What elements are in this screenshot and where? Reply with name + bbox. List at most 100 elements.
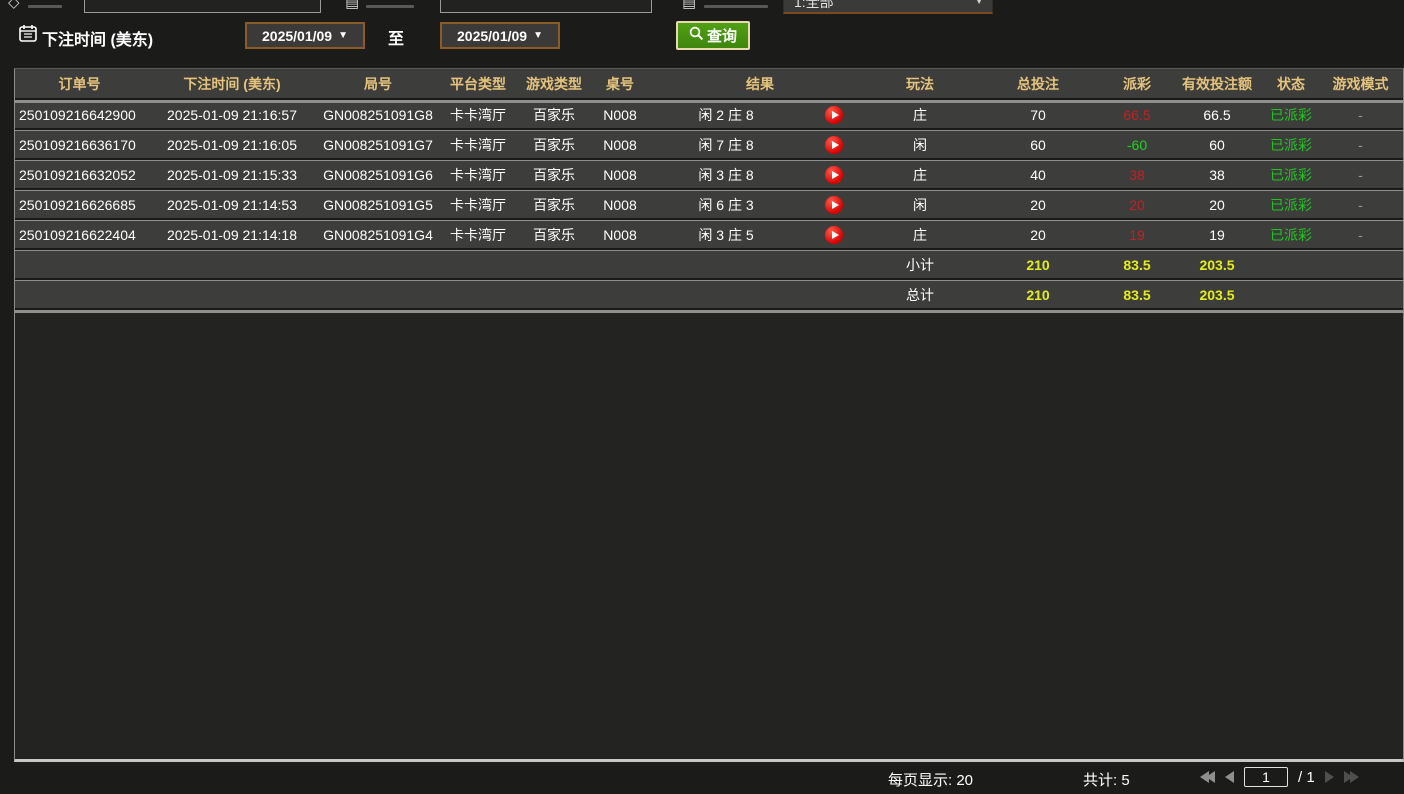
col-header-round: 局号 — [364, 75, 392, 92]
total-bet-cell: 40 — [1030, 166, 1046, 183]
platform-type-select-value: 1:全部 — [794, 0, 834, 10]
clipped-label-fragment — [366, 5, 414, 8]
platform-type-select[interactable]: 1:全部 ▼ — [783, 0, 993, 14]
table-row: 250109216622404 2025-01-09 21:14:18 GN0082… — [15, 221, 1403, 250]
bet-time-cell: 2025-01-09 21:14:18 — [167, 226, 297, 243]
payout-cell: 66.5 — [1123, 106, 1151, 123]
page-number-input[interactable] — [1244, 767, 1288, 787]
prev-page-icon[interactable] — [1225, 771, 1234, 783]
col-header-game-mode: 游戏模式 — [1332, 75, 1389, 92]
game-mode-cell: - — [1358, 166, 1363, 183]
col-header-result: 结果 — [746, 75, 774, 92]
payout-cell: 19 — [1129, 226, 1145, 243]
grand-total-valid-bet: 203.5 — [1199, 286, 1235, 303]
status-cell: 已派彩 — [1270, 226, 1312, 243]
date-from-value: 2025/01/09 — [262, 27, 333, 44]
clipped-label-fragment — [704, 5, 768, 8]
order-id-cell: 250109216636170 — [19, 136, 136, 153]
replay-video-icon[interactable] — [825, 225, 843, 244]
diamond-icon: ◇ — [8, 0, 20, 9]
result-cell: 闲 2 庄 8 — [698, 106, 754, 123]
replay-icon-cell — [800, 165, 868, 184]
date-to-select[interactable]: 2025/01/09 ▼ — [440, 22, 560, 49]
result-cell: 闲 3 庄 5 — [698, 226, 754, 243]
play-cell: 闲 — [913, 136, 927, 153]
replay-icon-cell — [800, 105, 868, 124]
total-bet-cell: 60 — [1030, 136, 1046, 153]
round-cell: GN008251091G7 — [323, 136, 433, 153]
result-cell: 闲 7 庄 8 — [698, 136, 754, 153]
query-button[interactable]: 查询 — [676, 21, 750, 50]
result-cell: 闲 6 庄 3 — [698, 196, 754, 213]
first-page-icon[interactable] — [1200, 771, 1215, 783]
order-id-cell: 250109216622404 — [19, 226, 136, 243]
game-type-cell: 百家乐 — [533, 136, 575, 153]
subtotal-row: 小计 210 83.5 203.5 — [15, 251, 1403, 280]
bet-records-table: 订单号 下注时间 (美东) 局号 平台类型 游戏类型 桌号 结果 玩法 总投注 … — [14, 68, 1404, 762]
col-header-valid-bet: 有效投注额 — [1182, 75, 1252, 92]
round-cell: GN008251091G4 — [323, 226, 433, 243]
table-no-cell: N008 — [603, 196, 637, 213]
date-to-value: 2025/01/09 — [457, 27, 528, 44]
replay-icon-cell — [800, 135, 868, 154]
round-cell: GN008251091G8 — [323, 106, 433, 123]
game-type-cell: 百家乐 — [533, 196, 575, 213]
clipped-label-fragment — [28, 5, 62, 8]
table-no-cell: N008 — [603, 106, 637, 123]
game-mode-cell: - — [1358, 106, 1363, 123]
table-body: 250109216642900 2025-01-09 21:16:57 GN0082… — [15, 100, 1403, 250]
valid-bet-cell: 66.5 — [1203, 106, 1231, 123]
status-cell: 已派彩 — [1270, 196, 1312, 213]
search-icon — [689, 26, 704, 45]
chevron-down-icon: ▼ — [533, 30, 543, 41]
total-bet-cell: 70 — [1030, 106, 1046, 123]
search-input-2[interactable] — [440, 0, 652, 13]
chevron-down-icon: ▼ — [974, 0, 984, 7]
col-header-status: 状态 — [1277, 75, 1305, 92]
game-mode-cell: - — [1358, 196, 1363, 213]
platform-cell: 卡卡湾厅 — [450, 166, 506, 183]
table-row: 250109216626685 2025-01-09 21:14:53 GN0082… — [15, 191, 1403, 220]
replay-video-icon[interactable] — [825, 105, 843, 124]
subtotal-payout: 83.5 — [1123, 256, 1151, 273]
date-from-select[interactable]: 2025/01/09 ▼ — [245, 22, 365, 49]
replay-video-icon[interactable] — [825, 195, 843, 214]
table-header-row: 订单号 下注时间 (美东) 局号 平台类型 游戏类型 桌号 结果 玩法 总投注 … — [15, 69, 1403, 100]
table-row: 250109216632052 2025-01-09 21:15:33 GN0082… — [15, 161, 1403, 190]
valid-bet-cell: 19 — [1209, 226, 1225, 243]
replay-icon-cell — [800, 225, 868, 244]
filter-bar-dates: 下注时间 (美东) 2025/01/09 ▼ 至 2025/01/09 ▼ 查询 — [0, 18, 1404, 54]
payout-cell: -60 — [1126, 136, 1148, 153]
col-header-platform: 平台类型 — [450, 75, 506, 92]
subtotal-total-bet: 210 — [1026, 256, 1050, 273]
next-page-icon[interactable] — [1324, 771, 1334, 783]
replay-video-icon[interactable] — [825, 165, 843, 184]
status-cell: 已派彩 — [1270, 106, 1312, 123]
replay-video-icon[interactable] — [825, 135, 843, 154]
total-bet-cell: 20 — [1030, 226, 1046, 243]
table-row: 250109216642900 2025-01-09 21:16:57 GN0082… — [15, 101, 1403, 130]
table-no-cell: N008 — [603, 136, 637, 153]
calendar-icon — [19, 24, 37, 47]
per-page-label: 每页显示: 20 — [888, 772, 974, 789]
filter-bar-top: ◇ ▤ ▤ 1:全部 ▼ — [0, 0, 1404, 15]
play-cell: 庄 — [913, 226, 927, 243]
game-type-cell: 百家乐 — [533, 106, 575, 123]
page-total-label: / 1 — [1298, 768, 1315, 786]
status-cell: 已派彩 — [1270, 136, 1312, 153]
bet-time-cell: 2025-01-09 21:14:53 — [167, 196, 297, 213]
grand-total-payout: 83.5 — [1123, 286, 1151, 303]
bet-time-cell: 2025-01-09 21:15:33 — [167, 166, 297, 183]
order-id-cell: 250109216642900 — [19, 106, 136, 123]
table-row: 250109216636170 2025-01-09 21:16:05 GN0082… — [15, 131, 1403, 160]
total-bet-cell: 20 — [1030, 196, 1046, 213]
search-input-1[interactable] — [84, 0, 321, 13]
date-range-to-label: 至 — [388, 31, 405, 48]
last-page-icon[interactable] — [1343, 771, 1359, 783]
total-count-label: 共计: 5 — [1083, 772, 1130, 789]
col-header-payout: 派彩 — [1123, 75, 1151, 92]
payout-cell: 20 — [1129, 196, 1145, 213]
order-id-cell: 250109216632052 — [19, 166, 136, 183]
game-mode-cell: - — [1358, 226, 1363, 243]
valid-bet-cell: 60 — [1209, 136, 1225, 153]
